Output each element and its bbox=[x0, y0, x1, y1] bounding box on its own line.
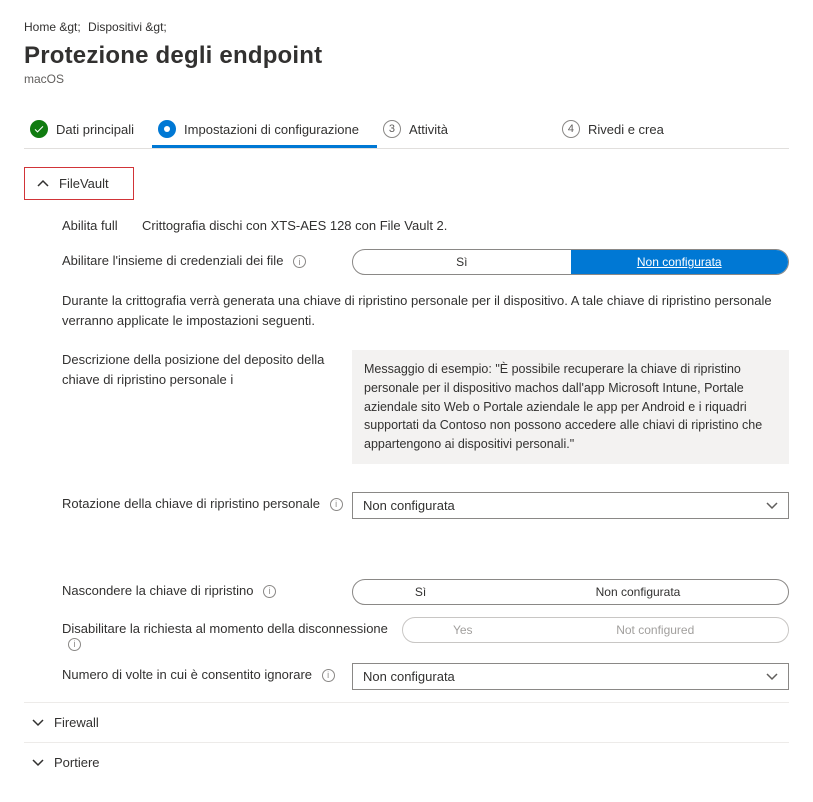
step-number-icon bbox=[158, 120, 176, 138]
breadcrumb: Home &gt; Dispositivi &gt; bbox=[24, 20, 789, 34]
step-basics[interactable]: Dati principali bbox=[24, 114, 152, 148]
section-title: Portiere bbox=[54, 755, 100, 770]
credset-yes[interactable]: Sì bbox=[353, 250, 571, 274]
check-icon bbox=[30, 120, 48, 138]
chevron-down-icon bbox=[766, 499, 778, 511]
rotation-select[interactable]: Non configurata bbox=[352, 492, 789, 519]
hide-key-label: Nascondere la chiave di ripristino i bbox=[62, 579, 352, 598]
rotation-label: Rotazione della chiave di ripristino per… bbox=[62, 492, 352, 511]
step-assignments[interactable]: 3 Attività bbox=[377, 114, 466, 148]
enable-full-label: Abilita full bbox=[62, 214, 142, 233]
step-label: Rivedi e crea bbox=[588, 122, 664, 137]
info-icon[interactable]: i bbox=[322, 669, 335, 682]
disable-prompt-toggle: Yes Not configured bbox=[402, 617, 789, 643]
credset-toggle[interactable]: Sì Non configurata bbox=[352, 249, 789, 275]
escrow-description-input[interactable]: Messaggio di esempio: "È possibile recup… bbox=[352, 350, 789, 464]
credset-label: Abilitare l'insieme di credenziali dei f… bbox=[62, 249, 352, 268]
step-label: Impostazioni di configurazione bbox=[184, 122, 359, 137]
enable-full-desc: Crittografia dischi con XTS-AES 128 con … bbox=[142, 214, 447, 233]
section-title: FileVault bbox=[59, 176, 109, 191]
section-portiere-header[interactable]: Portiere bbox=[24, 742, 789, 782]
section-title: Firewall bbox=[54, 715, 99, 730]
info-icon[interactable]: i bbox=[263, 585, 276, 598]
hide-notconfigured[interactable]: Non configurata bbox=[488, 580, 788, 604]
credset-notconfigured[interactable]: Non configurata bbox=[571, 250, 789, 274]
recovery-key-note: Durante la crittografia verrà generata u… bbox=[62, 291, 789, 330]
section-filevault-body: Abilita full Crittografia dischi con XTS… bbox=[24, 214, 789, 690]
page-subtitle: macOS bbox=[24, 72, 789, 86]
disable-prompt-label: Disabilitare la richiesta al momento del… bbox=[62, 617, 402, 651]
bypass-select[interactable]: Non configurata bbox=[352, 663, 789, 690]
step-number: 4 bbox=[562, 120, 580, 138]
disable-notconfigured: Not configured bbox=[522, 618, 788, 642]
step-label: Dati principali bbox=[56, 122, 134, 137]
info-icon[interactable]: i bbox=[68, 638, 81, 651]
section-firewall-header[interactable]: Firewall bbox=[24, 702, 789, 742]
step-label: Attività bbox=[409, 122, 448, 137]
breadcrumb-devices[interactable]: Dispositivi &gt; bbox=[88, 20, 167, 34]
page-title: Protezione degli endpoint bbox=[24, 42, 789, 70]
rotation-value: Non configurata bbox=[363, 498, 455, 513]
wizard-steps: Dati principali Impostazioni di configur… bbox=[24, 114, 789, 149]
chevron-up-icon bbox=[37, 178, 49, 190]
escrow-label: Descrizione della posizione del deposito… bbox=[62, 350, 352, 389]
hide-yes[interactable]: Sì bbox=[353, 580, 488, 604]
info-icon[interactable]: i bbox=[330, 498, 343, 511]
breadcrumb-home[interactable]: Home &gt; bbox=[24, 20, 81, 34]
bypass-label: Numero di volte in cui è consentito igno… bbox=[62, 663, 352, 682]
chevron-down-icon bbox=[32, 716, 44, 728]
info-icon[interactable]: i bbox=[230, 372, 233, 387]
chevron-down-icon bbox=[766, 670, 778, 682]
step-configuration[interactable]: Impostazioni di configurazione bbox=[152, 114, 377, 148]
info-icon[interactable]: i bbox=[293, 255, 306, 268]
section-filevault-header[interactable]: FileVault bbox=[24, 167, 134, 200]
step-number: 3 bbox=[383, 120, 401, 138]
step-review[interactable]: 4 Rivedi e crea bbox=[556, 114, 682, 148]
disable-yes: Yes bbox=[403, 618, 522, 642]
bypass-value: Non configurata bbox=[363, 669, 455, 684]
chevron-down-icon bbox=[32, 756, 44, 768]
hide-key-toggle[interactable]: Sì Non configurata bbox=[352, 579, 789, 605]
